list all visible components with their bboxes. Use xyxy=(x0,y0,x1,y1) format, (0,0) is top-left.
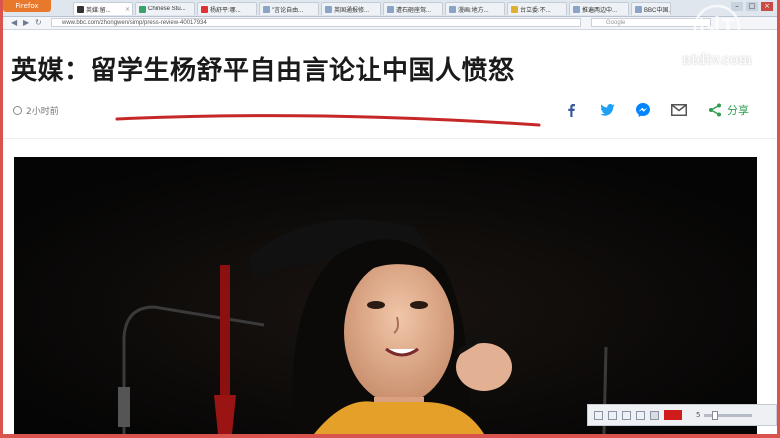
annotation-underline xyxy=(115,114,541,127)
article-headline: 英媒：留学生杨舒平自由言论让中国人愤怒 xyxy=(11,56,515,86)
article-meta: 2小时前 xyxy=(13,104,59,117)
tab-item[interactable]: 推遍两边中... xyxy=(569,2,629,15)
tab-label: 台立委:不... xyxy=(520,7,551,14)
tab-label: 英国通报修... xyxy=(334,7,370,14)
slider-knob[interactable] xyxy=(712,410,719,420)
page-favicon-icon xyxy=(511,5,518,13)
article-photo xyxy=(14,157,757,434)
share-icon[interactable] xyxy=(707,102,723,118)
watermark-text: ntdtv.com xyxy=(682,52,752,68)
page-favicon-icon xyxy=(325,5,332,13)
browser-window: Firefox 英媒:留... × Chinese Stu... 杨舒平:哪..… xyxy=(3,0,777,434)
brush-icon[interactable] xyxy=(650,410,659,420)
tab-label: 推遍两边中... xyxy=(582,7,618,14)
watermark: ntdtv.com xyxy=(662,4,772,70)
ntd-logo-icon xyxy=(693,4,741,52)
share-label[interactable]: 分享 xyxy=(727,102,749,118)
facebook-icon[interactable] xyxy=(563,102,579,118)
forward-arrow-icon[interactable]: ▶ xyxy=(23,17,29,29)
close-icon[interactable]: × xyxy=(125,6,130,13)
save-icon[interactable] xyxy=(594,410,603,420)
page-favicon-icon xyxy=(201,5,208,13)
page-favicon-icon xyxy=(635,5,642,13)
size-value: 5 xyxy=(696,411,701,419)
navigation-bar: ◀ ▶ ↻ www.bbc.com/zhongwen/simp/press-re… xyxy=(3,17,777,30)
tab-item[interactable]: 英国通报修... xyxy=(321,2,381,15)
size-slider[interactable] xyxy=(704,410,753,420)
page-favicon-icon xyxy=(139,5,146,13)
address-bar[interactable]: www.bbc.com/zhongwen/simp/press-review-4… xyxy=(51,18,581,27)
arrow-icon[interactable] xyxy=(622,410,631,420)
tab-label: Chinese Stu... xyxy=(148,6,186,12)
pen-icon[interactable] xyxy=(608,410,617,420)
color-swatch[interactable] xyxy=(664,410,682,420)
share-bar: 分享 xyxy=(563,100,749,120)
page-favicon-icon xyxy=(573,5,580,13)
undo-icon[interactable] xyxy=(636,410,645,420)
clock-icon xyxy=(13,106,22,115)
page-favicon-icon xyxy=(449,5,456,13)
email-icon[interactable] xyxy=(671,102,687,118)
divider xyxy=(3,138,777,139)
messenger-icon[interactable] xyxy=(635,102,651,118)
photo-graduate-speaking xyxy=(14,157,757,434)
twitter-icon[interactable] xyxy=(599,102,615,118)
reload-icon[interactable]: ↻ xyxy=(35,17,42,29)
drawing-toolbar: 5 xyxy=(587,404,777,426)
back-arrow-icon[interactable]: ◀ xyxy=(11,17,17,29)
tab-strip: Firefox 英媒:留... × Chinese Stu... 杨舒平:哪..… xyxy=(3,0,777,17)
bbc-favicon-icon xyxy=(77,5,84,13)
tab-label: 英媒:留... xyxy=(86,7,111,14)
tab-label: 杨舒平:哪... xyxy=(210,7,241,14)
tab-label: 遭石砸座驾... xyxy=(396,7,432,14)
tab-label: 漫画:地方... xyxy=(458,7,489,14)
tab-item[interactable]: 台立委:不... xyxy=(507,2,567,15)
tab-item[interactable]: 英媒:留... × xyxy=(73,2,133,15)
timestamp: 2小时前 xyxy=(26,107,59,117)
tab-item[interactable]: "言论自由... xyxy=(259,2,319,15)
tab-item[interactable]: 遭石砸座驾... xyxy=(383,2,443,15)
firefox-menu-button[interactable]: Firefox xyxy=(3,0,51,12)
tab-item[interactable]: 杨舒平:哪... xyxy=(197,2,257,15)
tab-label: "言论自由... xyxy=(272,7,304,14)
tab-item[interactable]: 漫画:地方... xyxy=(445,2,505,15)
page-favicon-icon xyxy=(263,5,270,13)
tab-item[interactable]: Chinese Stu... xyxy=(135,2,195,15)
page-favicon-icon xyxy=(387,5,394,13)
tab-list: 英媒:留... × Chinese Stu... 杨舒平:哪... "言论自由.… xyxy=(73,2,673,16)
